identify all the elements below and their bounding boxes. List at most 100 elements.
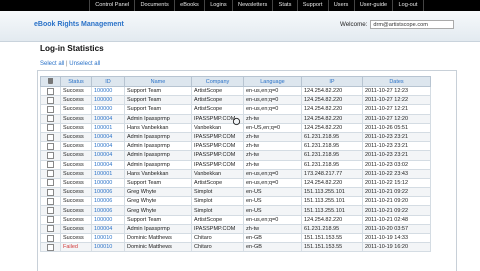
cell-status: Success <box>60 168 92 179</box>
cell-id[interactable]: 100010 <box>91 242 125 253</box>
cell-id[interactable]: 100010 <box>91 232 125 244</box>
nav-newsletters[interactable]: Newsletters <box>233 0 274 11</box>
nav-users[interactable]: Users <box>329 0 355 11</box>
cell-status: Success <box>60 85 92 97</box>
cell-ip: 173.248.217.77 <box>301 168 363 179</box>
cell-date: 2011-10-22 23:43 <box>362 168 431 179</box>
row-checkbox[interactable] <box>47 161 54 169</box>
cell-name: Admin Ipassprmp <box>124 223 192 235</box>
cell-date: 2011-10-19 14:33 <box>362 232 431 244</box>
row-checkbox[interactable] <box>47 207 54 215</box>
cell-id[interactable]: 100000 <box>91 95 125 106</box>
cell-ip: 151.113.255.101 <box>301 205 363 216</box>
cell-id[interactable]: 100006 <box>91 205 125 216</box>
cell-id[interactable]: 100001 <box>91 168 125 179</box>
nav-documents[interactable]: Documents <box>135 0 175 11</box>
cell-status: Success <box>60 196 92 207</box>
cell-name: Admin Ipassprmp <box>124 141 192 152</box>
cell-date: 2011-10-27 12:20 <box>362 113 431 124</box>
cell-ip: 124.254.82.220 <box>301 113 363 124</box>
cell-language: zh-tw <box>243 159 302 170</box>
cell-name: Support Team <box>124 85 192 97</box>
row-checkbox[interactable] <box>47 105 54 113</box>
cell-id[interactable]: 100000 <box>91 104 125 115</box>
nav-ebooks[interactable]: eBooks <box>175 0 205 11</box>
row-checkbox[interactable] <box>47 151 54 159</box>
nav-user-guide[interactable]: User-guide <box>355 0 394 11</box>
cell-ip: 124.254.82.220 <box>301 122 363 133</box>
table-row: Success 100004 Admin Ipassprmp IPASSPMP.COM… <box>40 131 431 143</box>
cell-id[interactable]: 100004 <box>91 131 125 143</box>
trash-icon[interactable] <box>48 78 53 85</box>
cell-date: 2011-10-21 09:22 <box>362 205 431 216</box>
row-select-cell <box>40 205 61 216</box>
column-header-language[interactable]: Language <box>243 76 302 87</box>
select-all-link[interactable]: Select all <box>40 61 64 67</box>
cell-name: Support Team <box>124 177 192 189</box>
cell-ip: 151.113.255.101 <box>301 187 363 198</box>
row-checkbox[interactable] <box>47 133 54 141</box>
cell-company: ArtistScope <box>191 177 244 189</box>
row-checkbox[interactable] <box>47 142 54 150</box>
row-checkbox[interactable] <box>47 87 54 95</box>
nav-log-out[interactable]: Log-out <box>393 0 424 11</box>
cell-status: Success <box>60 131 92 143</box>
table-body: Success 100000 Support Team ArtistScope en-u… <box>40 85 431 253</box>
row-checkbox[interactable] <box>47 216 54 224</box>
row-checkbox[interactable] <box>47 197 54 205</box>
cell-id[interactable]: 100004 <box>91 159 125 170</box>
row-select-cell <box>40 177 61 189</box>
row-select-cell <box>40 113 61 124</box>
row-checkbox[interactable] <box>47 188 54 196</box>
cell-ip: 151.151.153.55 <box>301 242 363 253</box>
cell-id[interactable]: 100004 <box>91 141 125 152</box>
login-stats-table: Status ID Name Company Language IP Dates… <box>40 76 431 253</box>
nav-stats[interactable]: Stats <box>273 0 298 11</box>
cell-language: en-GB <box>243 232 302 244</box>
cell-id[interactable]: 100004 <box>91 223 125 235</box>
column-header-name[interactable]: Name <box>124 76 192 87</box>
row-checkbox[interactable] <box>47 124 54 132</box>
nav-support[interactable]: Support <box>298 0 329 11</box>
row-checkbox[interactable] <box>47 234 54 242</box>
table-row: Success 100000 Support Team ArtistScope en-u… <box>40 95 431 106</box>
nav-control-panel[interactable]: Control Panel <box>89 0 136 11</box>
delete-column-header[interactable] <box>40 76 61 87</box>
cell-ip: 61.231.218.95 <box>301 131 363 143</box>
row-checkbox[interactable] <box>47 115 54 123</box>
cell-name: Admin Ipassprmp <box>124 150 192 161</box>
row-checkbox[interactable] <box>47 96 54 104</box>
table-row: Success 100006 Greg Whyte Simplot en-US 151.1… <box>40 205 431 216</box>
unselect-all-link[interactable]: Unselect all <box>69 61 100 67</box>
table-row: Success 100006 Greg Whyte Simplot en-US 151.1… <box>40 187 431 198</box>
cell-language: en-us,en;q=0 <box>243 104 302 115</box>
cell-company: IPASSPMP.COM <box>191 159 244 170</box>
cell-name: Greg Whyte <box>124 205 192 216</box>
column-header-id[interactable]: ID <box>91 76 125 87</box>
cell-ip: 151.151.153.55 <box>301 232 363 244</box>
cell-date: 2011-10-26 05:51 <box>362 122 431 133</box>
cell-id[interactable]: 100001 <box>91 122 125 133</box>
cell-date: 2011-10-27 12:23 <box>362 85 431 97</box>
row-checkbox[interactable] <box>47 243 54 251</box>
cell-id[interactable]: 100000 <box>91 177 125 189</box>
cell-id[interactable]: 100000 <box>91 214 125 225</box>
column-header-dates[interactable]: Dates <box>362 76 431 87</box>
row-checkbox[interactable] <box>47 170 54 178</box>
cell-id[interactable]: 100000 <box>91 85 125 97</box>
row-checkbox[interactable] <box>47 179 54 187</box>
row-select-cell <box>40 95 61 106</box>
column-header-status[interactable]: Status <box>60 76 92 87</box>
column-header-company[interactable]: Company <box>191 76 244 87</box>
user-email-field[interactable]: drm@artistscope.com <box>370 20 455 29</box>
nav-logins[interactable]: Logins <box>205 0 233 11</box>
row-checkbox[interactable] <box>47 225 54 233</box>
row-select-cell <box>40 187 61 198</box>
cell-id[interactable]: 100006 <box>91 196 125 207</box>
column-header-ip[interactable]: IP <box>301 76 363 87</box>
cell-id[interactable]: 100004 <box>91 150 125 161</box>
cell-id[interactable]: 100004 <box>91 113 125 124</box>
cell-date: 2011-10-27 12:22 <box>362 95 431 106</box>
cell-company: Simplot <box>191 196 244 207</box>
cell-id[interactable]: 100006 <box>91 187 125 198</box>
